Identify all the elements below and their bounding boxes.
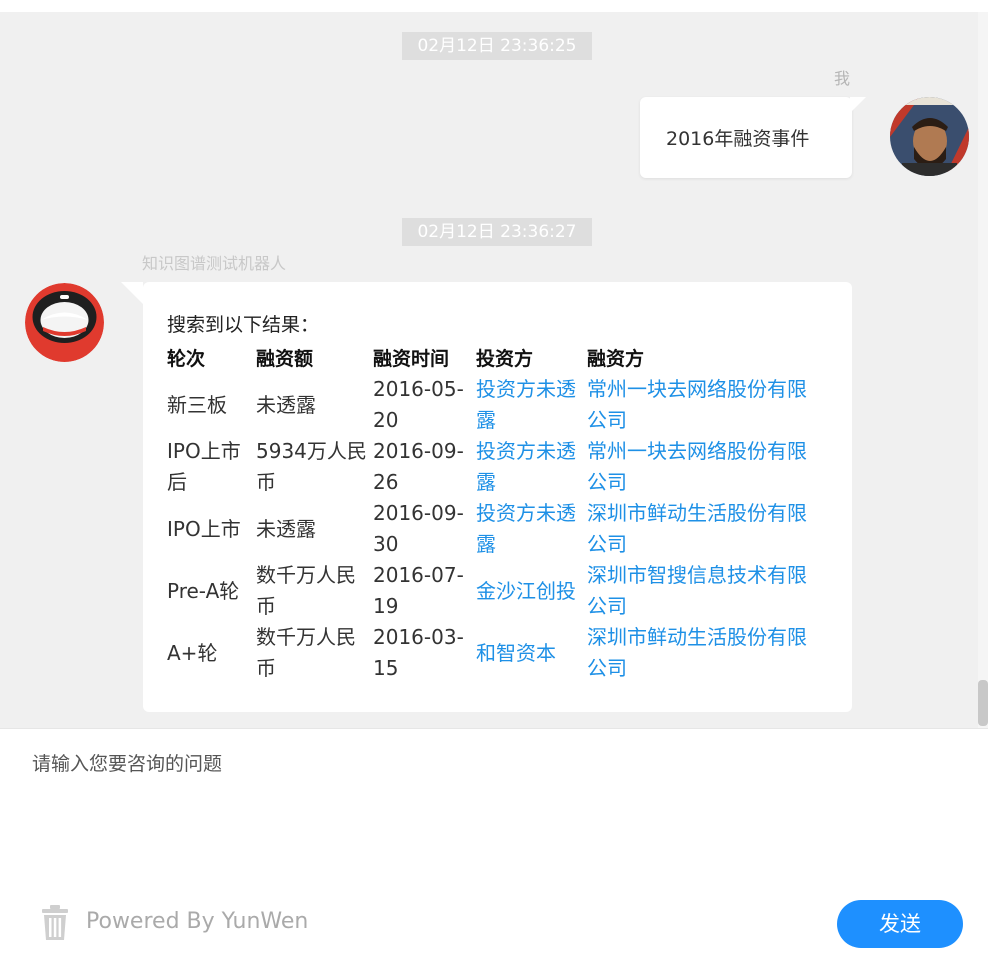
col-header-round: 轮次 [167,347,206,370]
company-link[interactable]: 常州一块去网络股份有限公司 [585,436,815,498]
table-row: 新三板 未透露 2016-05-20 投资方未透露 常州一块去网络股份有限公司 [165,374,815,436]
trash-icon[interactable] [41,905,69,941]
investor-link[interactable]: 和智资本 [474,622,585,684]
cell-date: 2016-05-20 [373,377,464,432]
powered-by-label: Powered By YunWen [86,909,309,934]
timestamp: 02月12日 23:36:25 [402,32,592,60]
cell-round: IPO上市 [167,516,241,541]
table-row: IPO上市 未透露 2016-09-30 投资方未透露 深圳市鲜动生活股份有限公… [165,498,815,560]
trash-icon-svg [42,905,68,940]
robot-avatar [25,283,104,362]
cell-amount: 数千万人民币 [256,563,356,618]
col-header-amount: 融资额 [256,347,314,370]
chat-message-list[interactable]: 02月12日 23:36:25 我 2016年融资事件 02月12日 23:36… [0,12,978,728]
company-link[interactable]: 常州一块去网络股份有限公司 [585,374,815,436]
cell-amount: 未透露 [256,392,316,417]
investor-link[interactable]: 金沙江创投 [474,560,585,622]
sender-label-me: 我 [834,69,851,88]
investor-link[interactable]: 投资方未透露 [474,436,585,498]
timestamp: 02月12日 23:36:27 [402,218,592,246]
send-button[interactable]: 发送 [837,900,963,948]
cell-amount: 数千万人民币 [256,625,356,680]
table-row: A+轮 数千万人民币 2016-03-15 和智资本 深圳市鲜动生活股份有限公司 [165,622,815,684]
table-header-row: 轮次 融资额 融资时间 投资方 融资方 [165,340,815,374]
message-input-placeholder[interactable]: 请输入您要咨询的问题 [32,749,222,776]
investor-link[interactable]: 投资方未透露 [474,374,585,436]
company-link[interactable]: 深圳市智搜信息技术有限公司 [585,560,815,622]
bot-intro-text: 搜索到以下结果： [167,314,320,336]
col-header-investor: 投资方 [476,347,534,370]
chat-scrollbar-track[interactable] [978,12,988,728]
user-avatar [890,97,969,176]
robot-avatar-image [25,283,104,362]
table-row: Pre-A轮 数千万人民币 2016-07-19 金沙江创投 深圳市智搜信息技术… [165,560,815,622]
cell-round: IPO上市后 [167,439,241,494]
cell-round: A+轮 [167,640,218,665]
cell-date: 2016-09-30 [373,501,464,556]
user-message-text: 2016年融资事件 [666,128,810,150]
user-avatar-image [890,97,969,176]
cell-date: 2016-09-26 [373,439,464,494]
table-row: IPO上市后 5934万人民币 2016-09-26 投资方未透露 常州一块去网… [165,436,815,498]
results-table: 轮次 融资额 融资时间 投资方 融资方 新三板 未透露 2016-05-20 投… [165,340,815,684]
user-message-bubble: 2016年融资事件 [640,97,866,178]
company-link[interactable]: 深圳市鲜动生活股份有限公司 [585,498,815,560]
chat-scrollbar-thumb[interactable] [978,680,988,726]
cell-round: 新三板 [167,392,227,417]
cell-amount: 未透露 [256,516,316,541]
cell-amount: 5934万人民币 [256,439,367,494]
message-input-area[interactable]: 请输入您要咨询的问题 Powered By YunWen 发送 [0,728,988,956]
investor-link[interactable]: 投资方未透露 [474,498,585,560]
top-strip [0,0,988,12]
col-header-date: 融资时间 [373,347,450,370]
cell-date: 2016-07-19 [373,563,464,618]
col-header-company: 融资方 [587,347,645,370]
bot-message-bubble: 搜索到以下结果： 轮次 融资额 融资时间 投资方 融资方 新三板 未透露 201… [121,282,852,712]
cell-round: Pre-A轮 [167,578,240,603]
company-link[interactable]: 深圳市鲜动生活股份有限公司 [585,622,815,684]
bot-name-label: 知识图谱测试机器人 [142,254,287,273]
cell-date: 2016-03-15 [373,625,464,680]
